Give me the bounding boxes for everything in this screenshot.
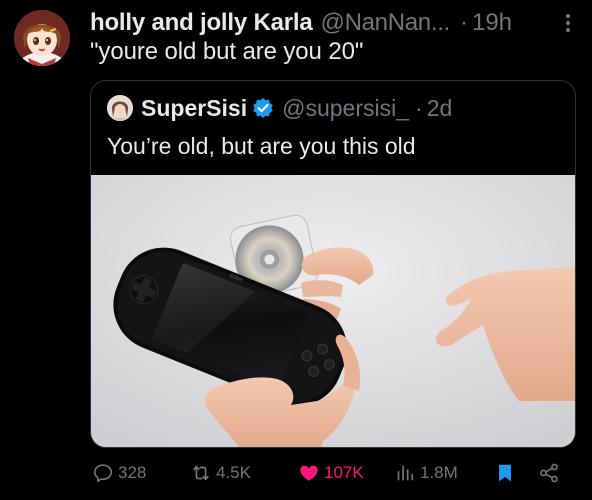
- separator-dot: ·: [459, 9, 468, 36]
- quoted-tweet-card[interactable]: SuperSisi @supersisi_ · 2d You’re old, b…: [90, 80, 576, 448]
- quoted-tweet-media-image[interactable]: SONY: [91, 175, 575, 447]
- tweet-action-bar: 328 4.5K 107K 1.8M: [92, 458, 578, 488]
- quoted-separator-dot: ·: [415, 94, 423, 121]
- quoted-tweet-header: SuperSisi @supersisi_ · 2d: [107, 95, 452, 121]
- like-count: 107K: [324, 463, 364, 482]
- views-button[interactable]: 1.8M: [394, 458, 458, 488]
- views-count: 1.8M: [420, 463, 458, 482]
- author-avatar[interactable]: [14, 10, 70, 66]
- reply-button[interactable]: 328: [92, 458, 146, 488]
- reply-icon: [93, 464, 113, 483]
- views-icon: [397, 465, 414, 481]
- reply-count: 328: [118, 463, 147, 482]
- author-handle[interactable]: @NanNan...: [321, 9, 451, 37]
- quoted-author-avatar[interactable]: [107, 95, 133, 121]
- quoted-tweet-text: You’re old, but are you this old: [107, 133, 416, 159]
- like-button[interactable]: 107K: [298, 458, 364, 488]
- repost-count: 4.5K: [216, 463, 251, 482]
- bookmark-button[interactable]: [494, 458, 516, 488]
- quoted-author-display-name[interactable]: SuperSisi: [141, 95, 247, 122]
- share-icon: [540, 463, 558, 483]
- heart-icon: [300, 465, 318, 481]
- verified-badge-icon: [252, 97, 274, 119]
- bookmark-icon: [499, 464, 511, 482]
- tweet: holly and jolly Karla @NanNan... · 19h "…: [0, 0, 592, 500]
- author-display-name[interactable]: holly and jolly Karla: [90, 9, 313, 37]
- share-button[interactable]: [538, 458, 560, 488]
- quoted-tweet-timestamp[interactable]: 2d: [427, 95, 453, 122]
- more-icon[interactable]: [558, 11, 578, 35]
- tweet-text: "youre old but are you 20": [90, 38, 364, 65]
- repost-button[interactable]: 4.5K: [190, 458, 251, 488]
- tweet-timestamp[interactable]: 19h: [472, 9, 512, 37]
- tweet-header: holly and jolly Karla @NanNan... · 19h: [90, 7, 578, 39]
- repost-icon: [193, 465, 209, 481]
- quoted-author-handle[interactable]: @supersisi_: [282, 95, 409, 122]
